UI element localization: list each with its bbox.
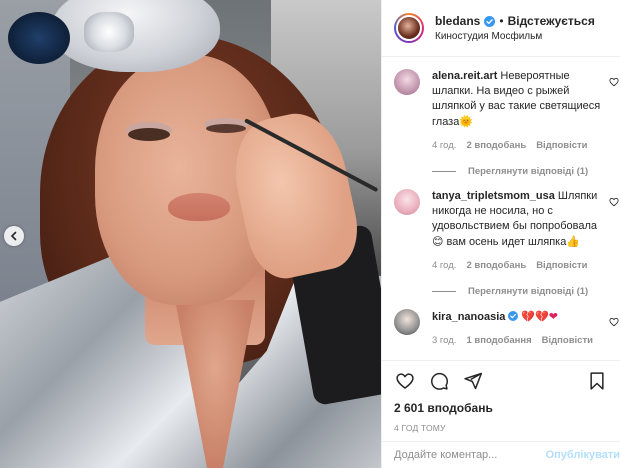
photo-eye-right: [206, 124, 246, 133]
comment-button[interactable]: [428, 370, 450, 392]
like-heart-icon[interactable]: [609, 77, 619, 87]
photo-hat-brooch: [84, 12, 134, 52]
like-heart-icon[interactable]: [609, 317, 619, 327]
comment-item: tanya_tripletsmom_usa Шляпки никогда не н…: [382, 177, 620, 297]
author-username[interactable]: bledans: [435, 14, 480, 28]
action-icons-row: [394, 369, 608, 393]
bookmark-icon: [590, 372, 604, 390]
comment-likes[interactable]: 2 вподобань: [466, 140, 526, 151]
photo-silver-hat: [52, 0, 220, 72]
comment-likes[interactable]: 1 вподобання: [466, 335, 531, 346]
comment-time[interactable]: 3 год.: [432, 335, 456, 346]
comment-time[interactable]: 4 год.: [432, 140, 456, 151]
comment-text: tanya_tripletsmom_usa Шляпки никогда не н…: [432, 189, 608, 250]
post-location[interactable]: Киностудия Мосфильм: [435, 31, 595, 42]
commenter-avatar[interactable]: [394, 189, 420, 215]
post-actions: 2 601 вподобань 4 ГОД ТОМУ: [382, 360, 620, 433]
heart-icon: [396, 373, 414, 389]
comments-list[interactable]: alena.reit.art Невероятные шлапки. На вид…: [382, 57, 620, 359]
save-button[interactable]: [586, 370, 608, 392]
commenter-avatar[interactable]: [394, 69, 420, 95]
thumbs-up-emoji: 👍: [566, 235, 581, 248]
hearts-emoji: 💔💔❤: [521, 310, 558, 323]
smile-emoji: 😊: [432, 235, 444, 248]
share-button[interactable]: [462, 370, 484, 392]
sun-emoji: 🌞: [459, 115, 474, 128]
view-replies-button[interactable]: Переглянути відповіді (1): [432, 286, 608, 297]
like-button[interactable]: [394, 370, 416, 392]
photo-eye-left: [128, 128, 170, 141]
photo-hat-feathers: [8, 12, 70, 64]
comment-text: kira_nanoasia 💔💔❤: [432, 309, 608, 325]
comment-time[interactable]: 4 год.: [432, 260, 456, 271]
paper-plane-icon: [464, 372, 483, 390]
reply-button[interactable]: Відповісти: [536, 260, 587, 271]
reply-button[interactable]: Відповісти: [542, 335, 593, 346]
chevron-left-icon: [10, 231, 17, 241]
author-avatar[interactable]: [394, 13, 424, 43]
comment-meta: 4 год. 2 вподобань Відповісти: [432, 140, 608, 151]
add-comment-bar: Опублікувати: [382, 441, 620, 468]
comment-item: kira_nanoasia 💔💔❤ 3 год. 1 вподобання Від…: [382, 297, 620, 346]
instagram-post-view: bledans • Відстежується Киностудия Мосфи…: [0, 0, 620, 468]
comment-meta: 4 год. 2 вподобань Відповісти: [432, 260, 608, 271]
view-replies-button[interactable]: Переглянути відповіді (1): [432, 166, 608, 177]
reply-button[interactable]: Відповісти: [536, 140, 587, 151]
photo-lips: [168, 193, 230, 221]
carousel-prev-button[interactable]: [4, 226, 24, 246]
following-button[interactable]: Відстежується: [508, 14, 595, 28]
comment-likes[interactable]: 2 вподобань: [466, 260, 526, 271]
header-separator: •: [499, 14, 504, 28]
comment-text: alena.reit.art Невероятные шлапки. На вид…: [432, 69, 608, 130]
commenter-username[interactable]: tanya_tripletsmom_usa: [432, 190, 555, 202]
replies-divider: [432, 171, 456, 172]
post-timestamp[interactable]: 4 ГОД ТОМУ: [394, 423, 608, 433]
view-replies-label: Переглянути відповіді (1): [468, 166, 589, 177]
replies-divider: [432, 291, 456, 292]
post-media-photo[interactable]: [0, 0, 381, 468]
commenter-username[interactable]: alena.reit.art: [432, 70, 497, 82]
view-replies-label: Переглянути відповіді (1): [468, 286, 589, 297]
comment-body-cont: вам осень идет шляпка: [446, 236, 567, 248]
commenter-avatar[interactable]: [394, 309, 420, 335]
comment-input[interactable]: [394, 449, 540, 461]
post-likes-count[interactable]: 2 601 вподобань: [394, 401, 608, 415]
like-heart-icon[interactable]: [609, 197, 619, 207]
verified-badge-icon: [508, 311, 519, 321]
comment-meta: 3 год. 1 вподобання Відповісти: [432, 335, 608, 346]
verified-badge-icon: [484, 15, 496, 27]
post-header: bledans • Відстежується Киностудия Мосфи…: [382, 0, 620, 57]
comment-item: alena.reit.art Невероятные шлапки. На вид…: [382, 57, 620, 177]
post-side-panel: bledans • Відстежується Киностудия Мосфи…: [381, 0, 620, 468]
publish-button[interactable]: Опублікувати: [540, 449, 620, 461]
speech-bubble-icon: [431, 372, 449, 390]
commenter-username[interactable]: kira_nanoasia: [432, 311, 505, 323]
